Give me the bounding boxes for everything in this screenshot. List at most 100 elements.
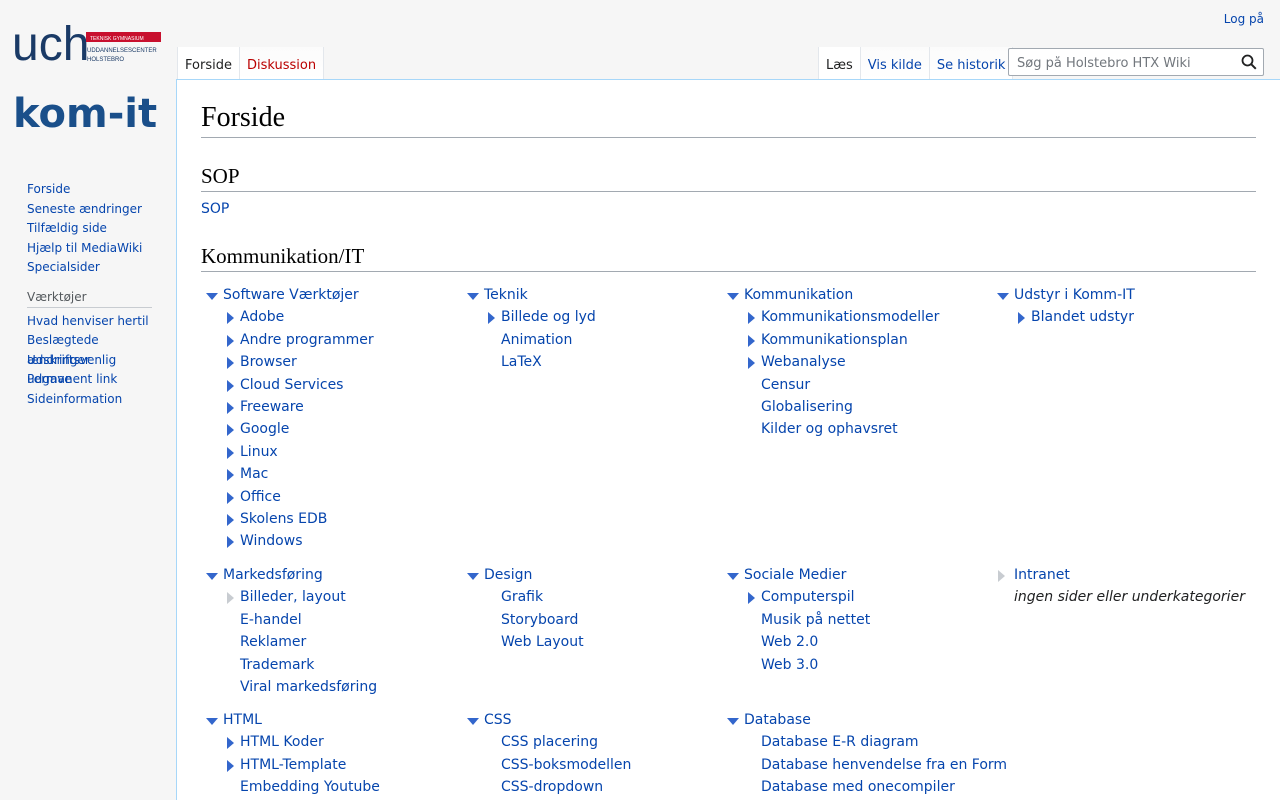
subcategory-link[interactable]: Blandet udstyr bbox=[1031, 309, 1134, 325]
subcategory-link[interactable]: Billeder, layout bbox=[240, 589, 346, 605]
subcategory-link[interactable]: Grafik bbox=[501, 589, 543, 605]
collapsed-arrow-icon[interactable] bbox=[227, 759, 234, 772]
nav-item-special-pages[interactable]: Specialsider bbox=[27, 260, 100, 274]
expanded-arrow-icon[interactable] bbox=[727, 573, 739, 580]
site-logo[interactable]: uch TEKNISK GYMNASIUM UDDANNELSESCENTER … bbox=[0, 0, 176, 160]
expanded-arrow-icon[interactable] bbox=[206, 718, 218, 725]
subcategory-link[interactable]: Skolens EDB bbox=[240, 511, 327, 527]
subcategory-link[interactable]: Mac bbox=[240, 466, 268, 482]
category-link[interactable]: Teknik bbox=[484, 287, 528, 303]
expanded-arrow-icon[interactable] bbox=[467, 293, 479, 300]
category-link[interactable]: Intranet bbox=[1014, 567, 1070, 583]
collapsed-arrow-icon[interactable] bbox=[748, 592, 755, 605]
collapsed-arrow-icon[interactable] bbox=[227, 446, 234, 459]
subcategory-link[interactable]: Kommunikationsmodeller bbox=[761, 309, 939, 325]
subcategory-link[interactable]: Windows bbox=[240, 533, 303, 549]
subcategory-link[interactable]: Censur bbox=[761, 377, 810, 393]
subcategory-link[interactable]: Office bbox=[240, 489, 281, 505]
subcategory-link[interactable]: Database E-R diagram bbox=[761, 734, 919, 750]
expanded-arrow-icon[interactable] bbox=[727, 293, 739, 300]
category-link[interactable]: Design bbox=[484, 567, 532, 583]
subcategory-link[interactable]: Cloud Services bbox=[240, 377, 343, 393]
subcategory-link[interactable]: Web Layout bbox=[501, 634, 584, 650]
collapsed-arrow-icon[interactable] bbox=[227, 379, 234, 392]
subcategory-link[interactable]: Trademark bbox=[240, 657, 314, 673]
subcategory-link[interactable]: Webanalyse bbox=[761, 354, 846, 370]
subcategory-link[interactable]: Globalisering bbox=[761, 399, 853, 415]
collapsed-arrow-icon[interactable] bbox=[227, 312, 234, 325]
search-input[interactable] bbox=[1015, 50, 1239, 76]
category-link[interactable]: Udstyr i Komm-IT bbox=[1014, 287, 1135, 303]
search-icon[interactable] bbox=[1241, 54, 1257, 74]
collapsed-arrow-icon[interactable] bbox=[227, 536, 234, 549]
expanded-arrow-icon[interactable] bbox=[467, 718, 479, 725]
tools-item-what-links-here[interactable]: Hvad henviser hertil bbox=[27, 314, 149, 328]
tab-discussion[interactable]: Diskussion bbox=[238, 47, 325, 80]
category-link[interactable]: Software Værktøjer bbox=[223, 287, 359, 303]
nav-item-recent-changes[interactable]: Seneste ændringer bbox=[27, 202, 142, 216]
subcategory-link[interactable]: Reklamer bbox=[240, 634, 306, 650]
collapsed-arrow-icon[interactable] bbox=[227, 401, 234, 414]
subcategory-link[interactable]: Embedding Youtube bbox=[240, 779, 380, 795]
collapsed-arrow-icon[interactable] bbox=[488, 312, 495, 325]
subcategory-link[interactable]: Adobe bbox=[240, 309, 284, 325]
nav-item-forside[interactable]: Forside bbox=[27, 182, 70, 196]
subcategory-link[interactable]: Billede og lyd bbox=[501, 309, 596, 325]
subcategory-link[interactable]: Kommunikationsplan bbox=[761, 332, 908, 348]
expanded-arrow-icon[interactable] bbox=[467, 573, 479, 580]
subcategory-link[interactable]: E-handel bbox=[240, 612, 302, 628]
expanded-arrow-icon[interactable] bbox=[206, 293, 218, 300]
tab-forside[interactable]: Forside bbox=[177, 47, 239, 80]
subcategory-link[interactable]: Andre programmer bbox=[240, 332, 374, 348]
subcategory-link[interactable]: Database med onecompiler bbox=[761, 779, 955, 795]
expanded-arrow-icon[interactable] bbox=[997, 293, 1009, 300]
collapsed-arrow-icon[interactable] bbox=[227, 424, 234, 437]
sop-link[interactable]: SOP bbox=[201, 201, 229, 217]
category-link[interactable]: Database bbox=[744, 712, 811, 728]
tab-view-source[interactable]: Vis kilde bbox=[859, 47, 929, 80]
nav-item-random-page[interactable]: Tilfældig side bbox=[27, 221, 107, 235]
collapsed-arrow-icon[interactable] bbox=[227, 513, 234, 526]
subcategory-link[interactable]: CSS placering bbox=[501, 734, 598, 750]
category-link[interactable]: HTML bbox=[223, 712, 262, 728]
category-link[interactable]: Markedsføring bbox=[223, 567, 323, 583]
subcategory-link[interactable]: Storyboard bbox=[501, 612, 578, 628]
subcategory-link[interactable]: HTML Koder bbox=[240, 734, 324, 750]
subcategory-link[interactable]: Web 2.0 bbox=[761, 634, 818, 650]
tab-read[interactable]: Læs bbox=[818, 47, 860, 80]
collapsed-arrow-icon[interactable] bbox=[227, 357, 234, 370]
subcategory-link[interactable]: Musik på nettet bbox=[761, 612, 870, 628]
collapsed-arrow-icon[interactable] bbox=[998, 570, 1005, 582]
subcategory-link[interactable]: Browser bbox=[240, 354, 297, 370]
tools-item-page-info[interactable]: Sideinformation bbox=[27, 392, 122, 406]
subcategory-link[interactable]: Viral markedsføring bbox=[240, 679, 377, 695]
subcategory-link[interactable]: Web 3.0 bbox=[761, 657, 818, 673]
collapsed-arrow-icon[interactable] bbox=[1018, 312, 1025, 325]
collapsed-arrow-icon[interactable] bbox=[748, 334, 755, 347]
tab-history[interactable]: Se historik bbox=[928, 47, 1014, 80]
subcategory-link[interactable]: CSS-boksmodellen bbox=[501, 757, 631, 773]
subcategory-link[interactable]: Google bbox=[240, 421, 289, 437]
login-link[interactable]: Log på bbox=[1224, 12, 1264, 26]
collapsed-arrow-icon[interactable] bbox=[748, 357, 755, 370]
subcategory-link[interactable]: Animation bbox=[501, 332, 572, 348]
subcategory-link[interactable]: Database henvendelse fra en Form bbox=[761, 757, 1007, 773]
collapsed-arrow-icon[interactable] bbox=[748, 312, 755, 325]
expanded-arrow-icon[interactable] bbox=[727, 718, 739, 725]
subcategory-link[interactable]: Linux bbox=[240, 444, 278, 460]
subcategory-link[interactable]: CSS-dropdown bbox=[501, 779, 603, 795]
collapsed-arrow-icon[interactable] bbox=[227, 491, 234, 504]
expanded-arrow-icon[interactable] bbox=[206, 573, 218, 580]
category-link[interactable]: CSS bbox=[484, 712, 512, 728]
collapsed-arrow-icon[interactable] bbox=[227, 737, 234, 750]
collapsed-arrow-icon[interactable] bbox=[227, 592, 234, 605]
nav-item-help[interactable]: Hjælp til MediaWiki bbox=[27, 241, 142, 255]
subcategory-link[interactable]: LaTeX bbox=[501, 354, 542, 370]
category-link[interactable]: Kommunikation bbox=[744, 287, 853, 303]
tools-item-permanent-link[interactable]: Permanent link bbox=[27, 372, 117, 386]
subcategory-link[interactable]: Computerspil bbox=[761, 589, 855, 605]
collapsed-arrow-icon[interactable] bbox=[227, 334, 234, 347]
subcategory-link[interactable]: Freeware bbox=[240, 399, 304, 415]
collapsed-arrow-icon[interactable] bbox=[227, 469, 234, 482]
category-link[interactable]: Sociale Medier bbox=[744, 567, 846, 583]
